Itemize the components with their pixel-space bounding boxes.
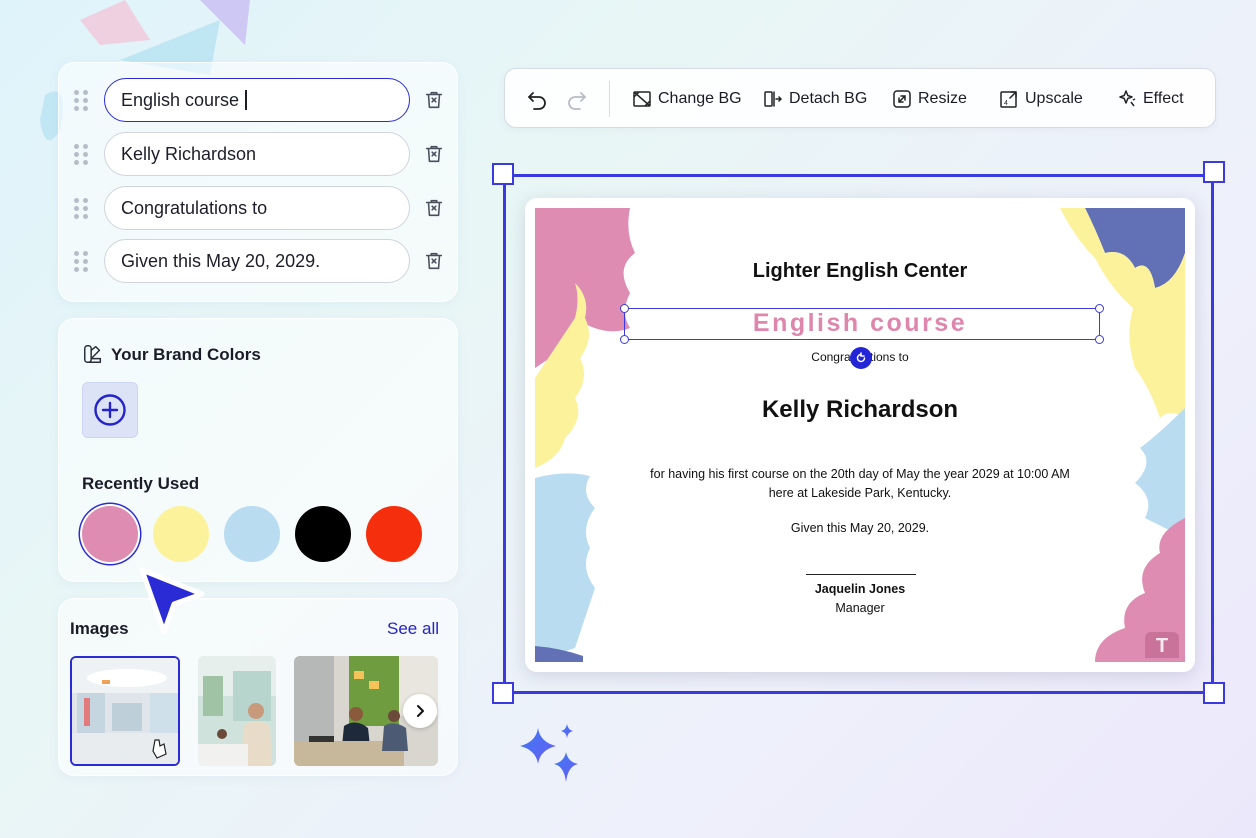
resize-handle-bottom-left[interactable] bbox=[492, 682, 514, 704]
upscale-label: Upscale bbox=[1025, 90, 1083, 107]
trash-icon[interactable] bbox=[423, 250, 445, 272]
watermark-logo: T bbox=[1145, 632, 1179, 658]
certificate-body-line-2: here at Lakeside Park, Kentucky. bbox=[768, 486, 952, 500]
upscale-icon: 4 bbox=[1000, 91, 1017, 108]
resize-handle-top-right[interactable] bbox=[1203, 161, 1225, 183]
change-bg-button[interactable]: Change BG bbox=[632, 85, 742, 113]
palette-icon bbox=[84, 345, 102, 363]
plus-circle-icon bbox=[94, 394, 126, 426]
certificate-signer-role: Manager bbox=[835, 601, 885, 615]
signature-line bbox=[806, 574, 916, 575]
trash-icon[interactable] bbox=[423, 89, 445, 111]
color-swatch-pink[interactable] bbox=[82, 506, 138, 562]
certificate-signer: Jaquelin Jones bbox=[814, 582, 906, 596]
brand-colors-title: Your Brand Colors bbox=[111, 345, 261, 364]
text-field-row: Kelly Richardson bbox=[59, 132, 459, 176]
editor-toolbar: Change BG Detach BG Resize 4 Upscale Eff… bbox=[504, 68, 1216, 128]
text-field-input[interactable]: English course bbox=[104, 78, 410, 122]
text-selection-box[interactable] bbox=[620, 304, 1104, 344]
text-fields-panel: English course Kelly Richardson Congratu… bbox=[58, 62, 458, 302]
color-swatch-light-blue[interactable] bbox=[224, 506, 280, 562]
image-thumbnail-mall[interactable] bbox=[70, 656, 180, 766]
trash-icon[interactable] bbox=[423, 143, 445, 165]
text-field-value: Congratulations to bbox=[121, 197, 268, 218]
drag-handle-icon[interactable] bbox=[74, 198, 88, 219]
text-field-row: Given this May 20, 2029. bbox=[59, 239, 459, 283]
text-handle-bottom-right[interactable] bbox=[1095, 335, 1104, 344]
certificate-organization: Lighter English Center bbox=[752, 260, 968, 282]
resize-handle-top-left[interactable] bbox=[492, 163, 514, 185]
rotate-handle[interactable] bbox=[850, 347, 872, 369]
detach-bg-label: Detach BG bbox=[789, 90, 868, 107]
office-worker-image bbox=[198, 656, 276, 766]
resize-icon bbox=[893, 90, 911, 108]
color-swatch-yellow[interactable] bbox=[153, 506, 209, 562]
sparkle-icon bbox=[520, 724, 578, 782]
certificate-date: Given this May 20, 2029. bbox=[790, 521, 930, 535]
change-bg-label: Change BG bbox=[658, 90, 742, 107]
next-images-button[interactable] bbox=[403, 694, 437, 728]
text-handle-bottom-left[interactable] bbox=[620, 335, 629, 344]
detach-bg-button[interactable]: Detach BG bbox=[763, 85, 867, 113]
text-field-value: English course bbox=[121, 89, 240, 110]
text-field-input[interactable]: Kelly Richardson bbox=[104, 132, 410, 176]
mall-interior-image bbox=[72, 658, 178, 764]
brand-colors-panel: Your Brand Colors Recently Used bbox=[58, 318, 458, 582]
toolbar-divider bbox=[609, 81, 610, 117]
trash-icon[interactable] bbox=[423, 197, 445, 219]
color-swatch-black[interactable] bbox=[295, 506, 351, 562]
svg-text:4: 4 bbox=[1004, 100, 1008, 107]
text-field-input[interactable]: Congratulations to bbox=[104, 186, 410, 230]
certificate-artwork: Lighter English Center English course Co… bbox=[535, 208, 1185, 662]
text-field-input[interactable]: Given this May 20, 2029. bbox=[104, 239, 410, 283]
color-swatch-red[interactable] bbox=[366, 506, 422, 562]
effect-label: Effect bbox=[1143, 90, 1184, 107]
text-field-value: Kelly Richardson bbox=[121, 143, 257, 164]
text-handle-top-right[interactable] bbox=[1095, 304, 1104, 313]
see-all-link[interactable]: See all bbox=[387, 619, 439, 639]
upscale-button[interactable]: 4 Upscale bbox=[999, 85, 1083, 113]
images-panel: Images See all bbox=[58, 598, 458, 776]
certificate-canvas[interactable]: Lighter English Center English course Co… bbox=[525, 198, 1195, 672]
text-handle-top-left[interactable] bbox=[620, 304, 629, 313]
redo-icon[interactable] bbox=[565, 87, 589, 111]
text-field-row: Congratulations to bbox=[59, 186, 459, 230]
text-field-row: English course bbox=[59, 78, 459, 122]
drag-handle-icon[interactable] bbox=[74, 90, 88, 111]
certificate-recipient: Kelly Richardson bbox=[761, 396, 959, 423]
detach-bg-icon bbox=[764, 91, 783, 107]
image-thumbnail-office[interactable] bbox=[198, 656, 276, 766]
drag-handle-icon[interactable] bbox=[74, 251, 88, 272]
images-title: Images bbox=[70, 619, 129, 638]
certificate-body: for having his first course on the 20th … bbox=[635, 465, 1085, 503]
undo-icon[interactable] bbox=[525, 87, 549, 111]
rotate-icon bbox=[856, 352, 866, 363]
effect-button[interactable]: Effect bbox=[1117, 85, 1184, 113]
recently-used-title: Recently Used bbox=[82, 474, 200, 493]
resize-handle-bottom-right[interactable] bbox=[1203, 682, 1225, 704]
add-color-button[interactable] bbox=[82, 382, 138, 438]
sparkle-effect-icon bbox=[1119, 90, 1136, 107]
resize-button[interactable]: Resize bbox=[892, 85, 967, 113]
text-caret bbox=[245, 90, 247, 110]
change-bg-icon bbox=[633, 91, 651, 107]
drag-handle-icon[interactable] bbox=[74, 144, 88, 165]
chevron-right-icon bbox=[417, 705, 424, 717]
resize-label: Resize bbox=[918, 90, 967, 107]
text-field-value: Given this May 20, 2029. bbox=[121, 250, 321, 271]
certificate-body-line-1: for having his first course on the 20th … bbox=[650, 467, 1070, 481]
